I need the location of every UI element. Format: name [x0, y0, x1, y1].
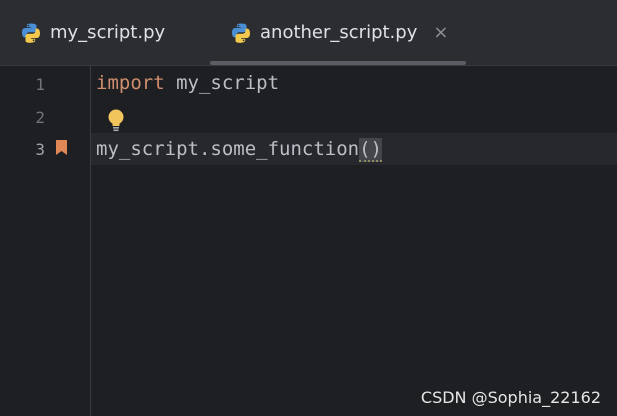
bookmark-icon[interactable] — [55, 139, 68, 160]
watermark: CSDN @Sophia_22162 — [420, 388, 601, 407]
tab-label: my_script.py — [50, 22, 166, 43]
code-line-3[interactable]: my_script.some_function() — [96, 138, 382, 162]
code-text: my_script — [164, 72, 280, 94]
lightbulb-icon[interactable] — [106, 108, 126, 136]
tab-another-script[interactable]: another_script.py × — [210, 0, 466, 65]
code-line-1[interactable]: import my_script — [96, 72, 279, 94]
active-tab-indicator — [210, 61, 466, 65]
line-number: 1 — [35, 75, 45, 94]
tab-label: another_script.py — [260, 22, 418, 43]
tab-my-script[interactable]: my_script.py — [0, 0, 200, 65]
line-number: 2 — [35, 108, 45, 127]
matched-parentheses: () — [359, 138, 382, 162]
code-keyword: import — [96, 72, 165, 94]
code-text: my_script.some_function — [96, 138, 360, 160]
editor-gutter[interactable]: 1 2 3 — [0, 66, 91, 416]
python-file-icon — [20, 22, 42, 44]
close-icon[interactable]: × — [433, 23, 448, 42]
line-number: 3 — [35, 140, 45, 159]
editor-tab-bar: my_script.py another_script.py × — [0, 0, 617, 66]
python-file-icon — [230, 22, 252, 44]
